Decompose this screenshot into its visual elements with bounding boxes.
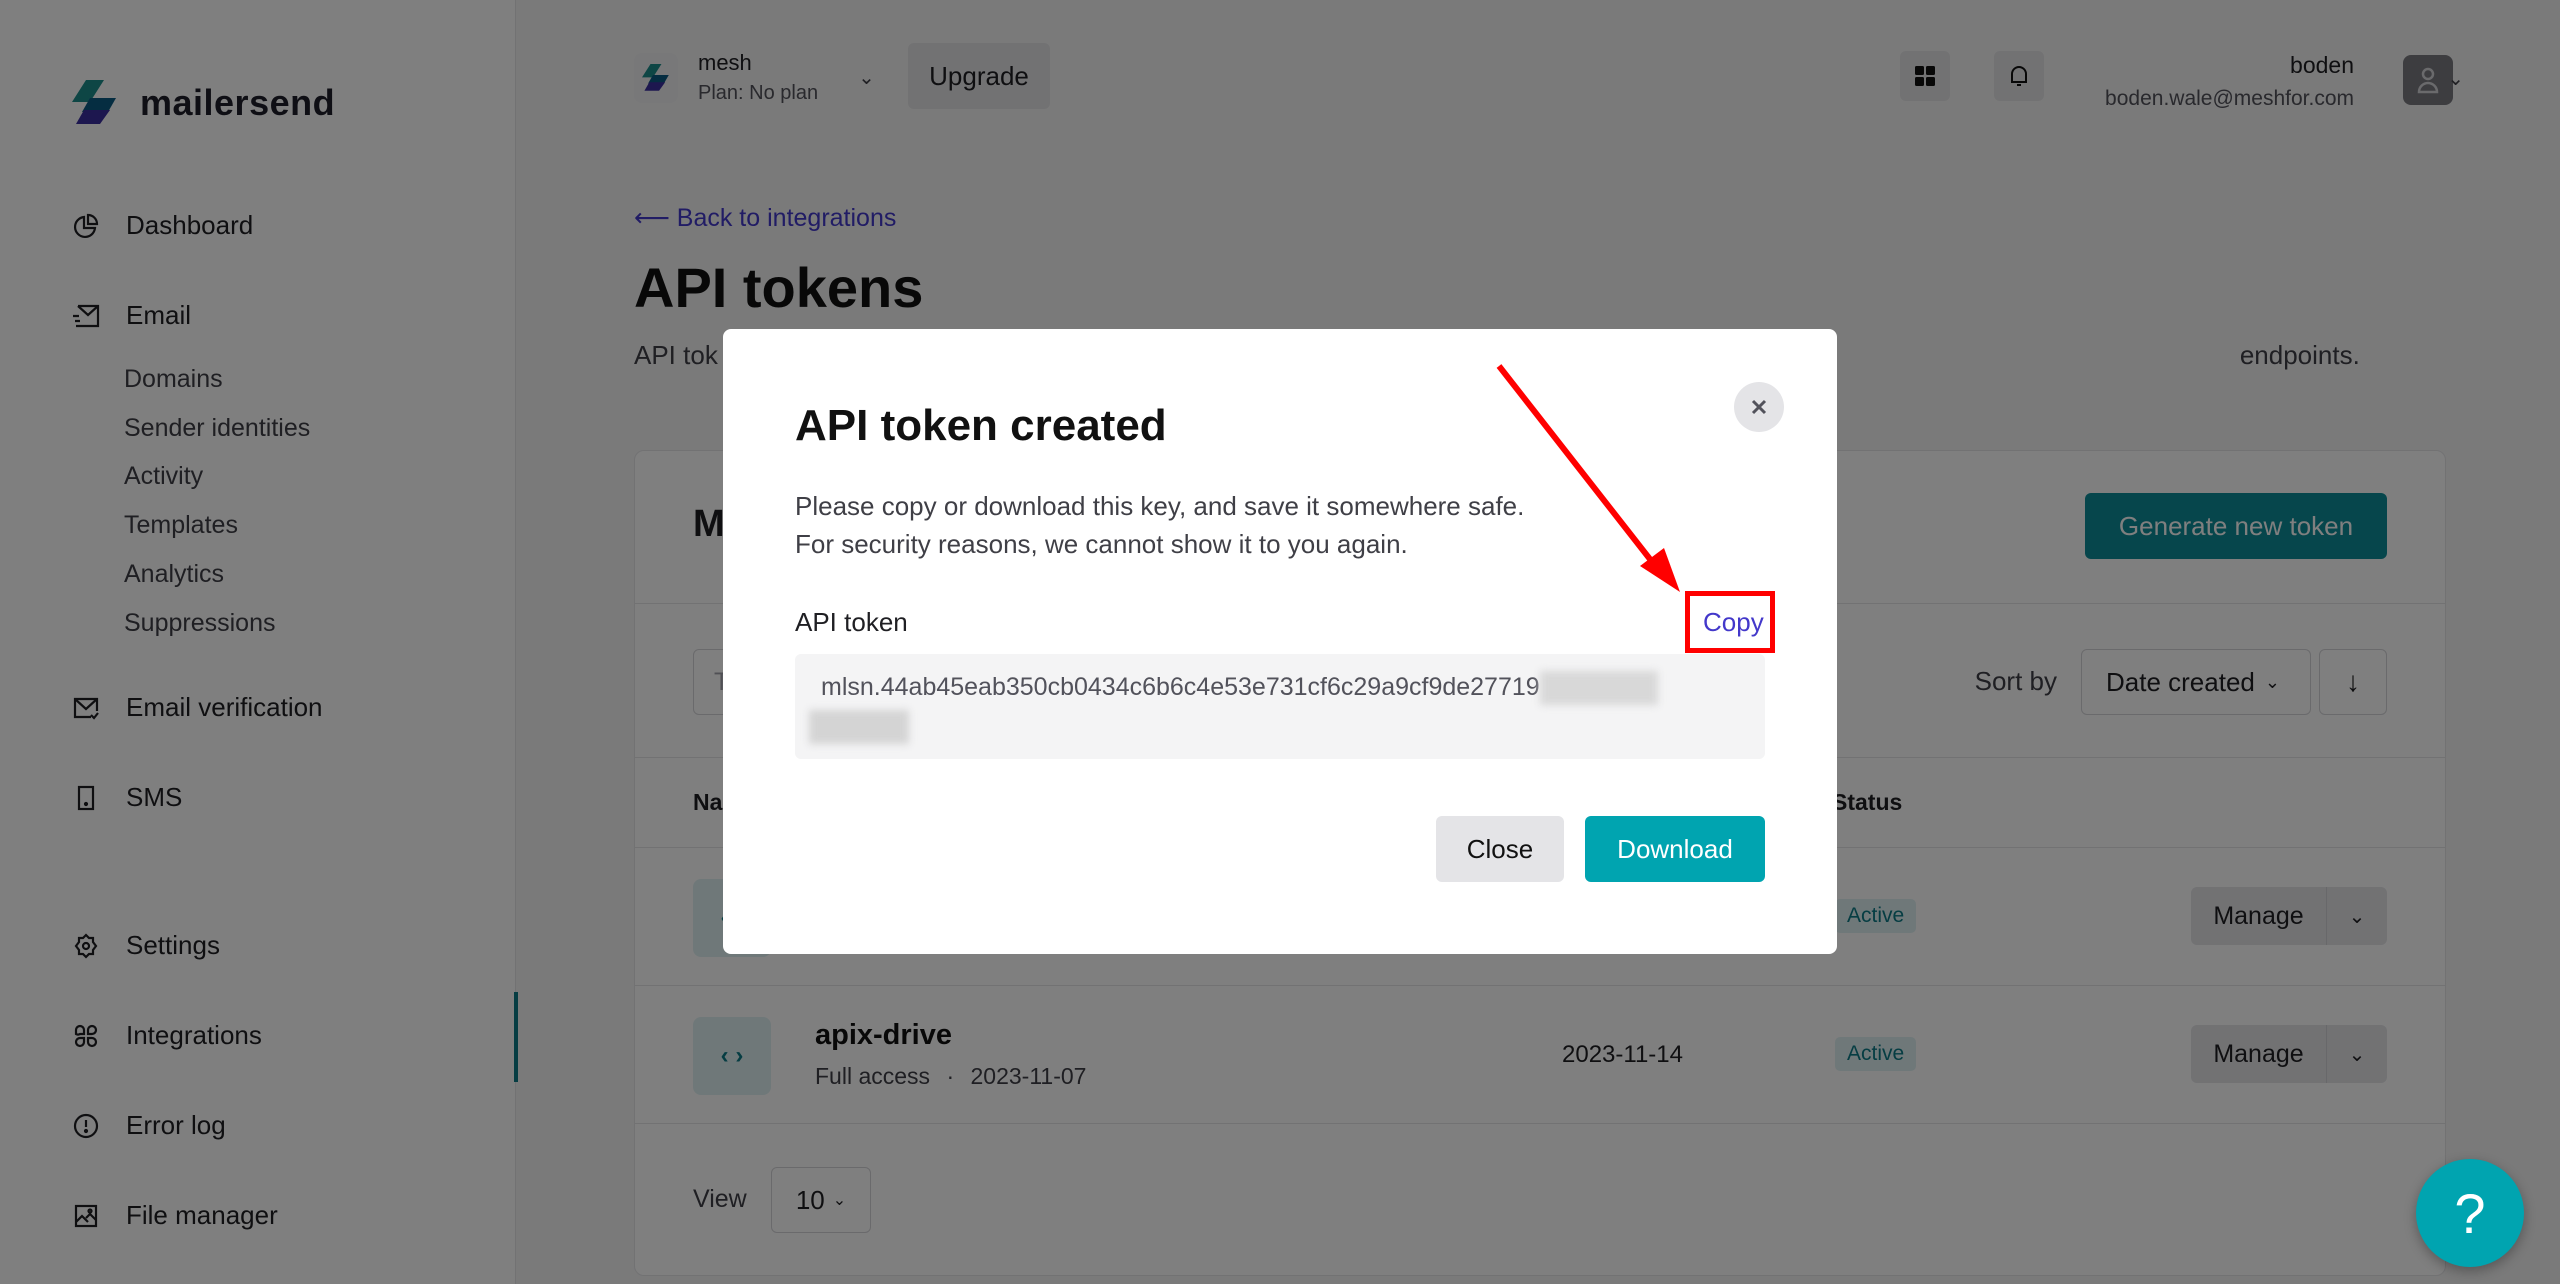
annotation-highlight-box — [1685, 591, 1775, 653]
api-token-label: API token — [795, 607, 908, 637]
close-button[interactable]: Close — [1436, 816, 1564, 882]
help-button[interactable]: ? — [2416, 1159, 2524, 1267]
dialog-title: API token created — [795, 401, 1167, 450]
api-token-value[interactable]: mlsn.44ab45eab350cb0434c6b6c4e53e731cf6c… — [795, 654, 1765, 759]
dialog-message-line-1: Please copy or download this key, and sa… — [795, 491, 1525, 521]
close-dialog-button[interactable] — [1734, 382, 1784, 432]
api-token-created-dialog: API token created Please copy or downloa… — [723, 329, 1837, 954]
redacted-token-part — [1539, 671, 1658, 706]
dialog-message-line-2: For security reasons, we cannot show it … — [795, 529, 1408, 559]
download-button[interactable]: Download — [1585, 816, 1765, 882]
api-token-text: mlsn.44ab45eab350cb0434c6b6c4e53e731cf6c… — [821, 673, 1540, 701]
close-icon — [1751, 399, 1767, 415]
dialog-message: Please copy or download this key, and sa… — [795, 487, 1524, 563]
redacted-token-part — [809, 710, 909, 744]
